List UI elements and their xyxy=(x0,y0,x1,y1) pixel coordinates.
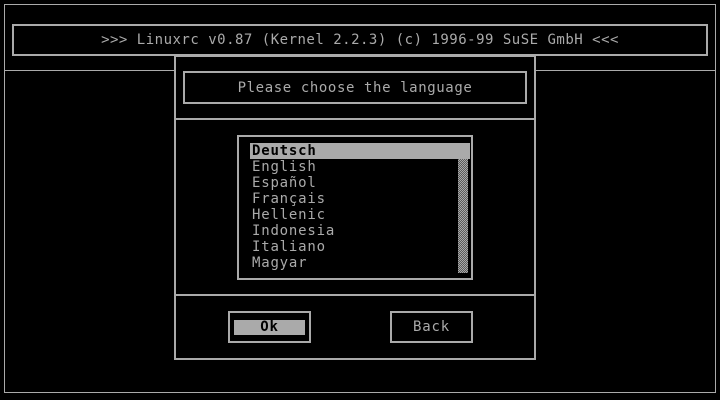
list-item-italiano[interactable]: Italiano xyxy=(250,239,458,255)
prompt-text: Please choose the language xyxy=(237,79,473,96)
dialog-prompt: Please choose the language xyxy=(183,71,527,104)
list-item-magyar[interactable]: Magyar xyxy=(250,255,458,271)
ok-button-label: Ok xyxy=(234,320,305,335)
list-scrollbar[interactable] xyxy=(458,159,468,273)
dialog-top-divider xyxy=(176,118,534,120)
language-list: Deutsch English Español Français Helleni… xyxy=(250,143,470,271)
dialog-bottom-divider xyxy=(176,294,534,296)
back-button[interactable]: Back xyxy=(390,311,473,343)
title-bar: >>> Linuxrc v0.87 (Kernel 2.2.3) (c) 199… xyxy=(12,24,708,56)
title-text: >>> Linuxrc v0.87 (Kernel 2.2.3) (c) 199… xyxy=(101,32,619,48)
list-item-espanol[interactable]: Español xyxy=(250,175,458,191)
list-item-indonesia[interactable]: Indonesia xyxy=(250,223,458,239)
ok-button[interactable]: Ok xyxy=(228,311,311,343)
list-item-francais[interactable]: Français xyxy=(250,191,458,207)
list-item-deutsch[interactable]: Deutsch xyxy=(250,143,470,159)
back-button-label: Back xyxy=(413,319,450,335)
list-item-hellenic[interactable]: Hellenic xyxy=(250,207,458,223)
list-item-english[interactable]: English xyxy=(250,159,458,175)
